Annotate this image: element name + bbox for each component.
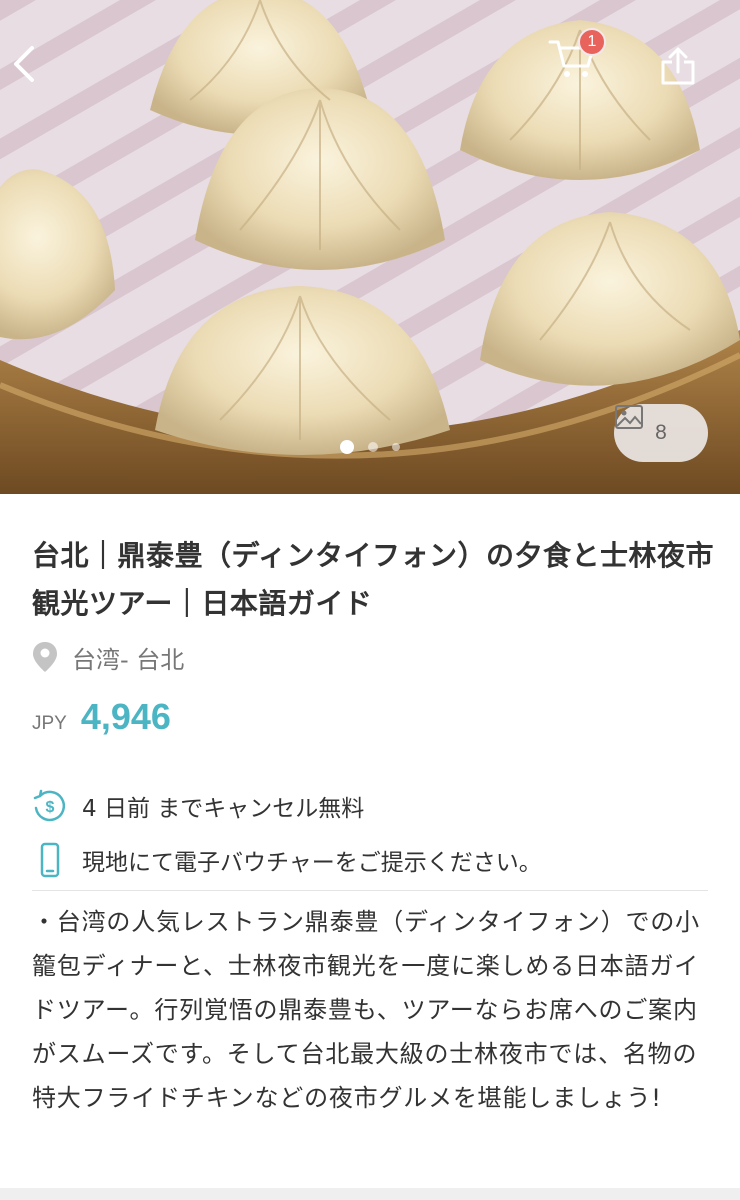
image-gallery-icon xyxy=(615,405,643,429)
cart-count-badge: 1 xyxy=(578,28,606,56)
product-description: ・台湾の人気レストラン鼎泰豊（ディンタイフォン）での小籠包ディナーと、士林夜市観… xyxy=(32,908,700,1112)
carousel-dot[interactable] xyxy=(368,442,378,452)
location-pin-icon xyxy=(33,642,57,672)
location-row: 台湾- 台北 xyxy=(32,636,184,678)
photo-count-label: 8 xyxy=(655,421,667,444)
cancellation-text: 4 日前 までキャンセル無料 xyxy=(82,796,365,822)
share-icon xyxy=(661,47,695,85)
currency-label: JPY xyxy=(32,713,67,734)
voucher-text: 現地にて電子バウチャーをご提示ください。 xyxy=(82,850,542,876)
price-amount: 4,946 xyxy=(80,696,171,737)
hero-image[interactable]: 1 8 xyxy=(0,0,740,494)
product-title: 台北｜鼎泰豊（ディンタイフォン）の夕食と士林夜市観光ツアー｜日本語ガイド xyxy=(32,539,715,620)
price-row: JPY 4,946 xyxy=(32,696,171,746)
cancellation-policy: $ 4 日前 までキャンセル無料 xyxy=(32,786,364,826)
voucher-info: 現地にて電子バウチャーをご提示ください。 xyxy=(32,840,542,880)
carousel-dot[interactable] xyxy=(392,443,400,451)
bottom-separator xyxy=(0,1188,740,1200)
mobile-phone-icon xyxy=(40,842,60,878)
back-button[interactable] xyxy=(10,44,54,96)
divider xyxy=(32,890,708,891)
chevron-left-icon xyxy=(14,46,34,82)
cart-button[interactable]: 1 xyxy=(548,28,608,96)
refund-clock-icon: $ xyxy=(33,789,66,822)
share-button[interactable] xyxy=(660,46,710,96)
photo-gallery-button[interactable]: 8 xyxy=(614,404,708,462)
svg-text:$: $ xyxy=(46,799,55,816)
carousel-dot[interactable] xyxy=(340,440,354,454)
location-text: 台湾- 台北 xyxy=(72,645,185,674)
